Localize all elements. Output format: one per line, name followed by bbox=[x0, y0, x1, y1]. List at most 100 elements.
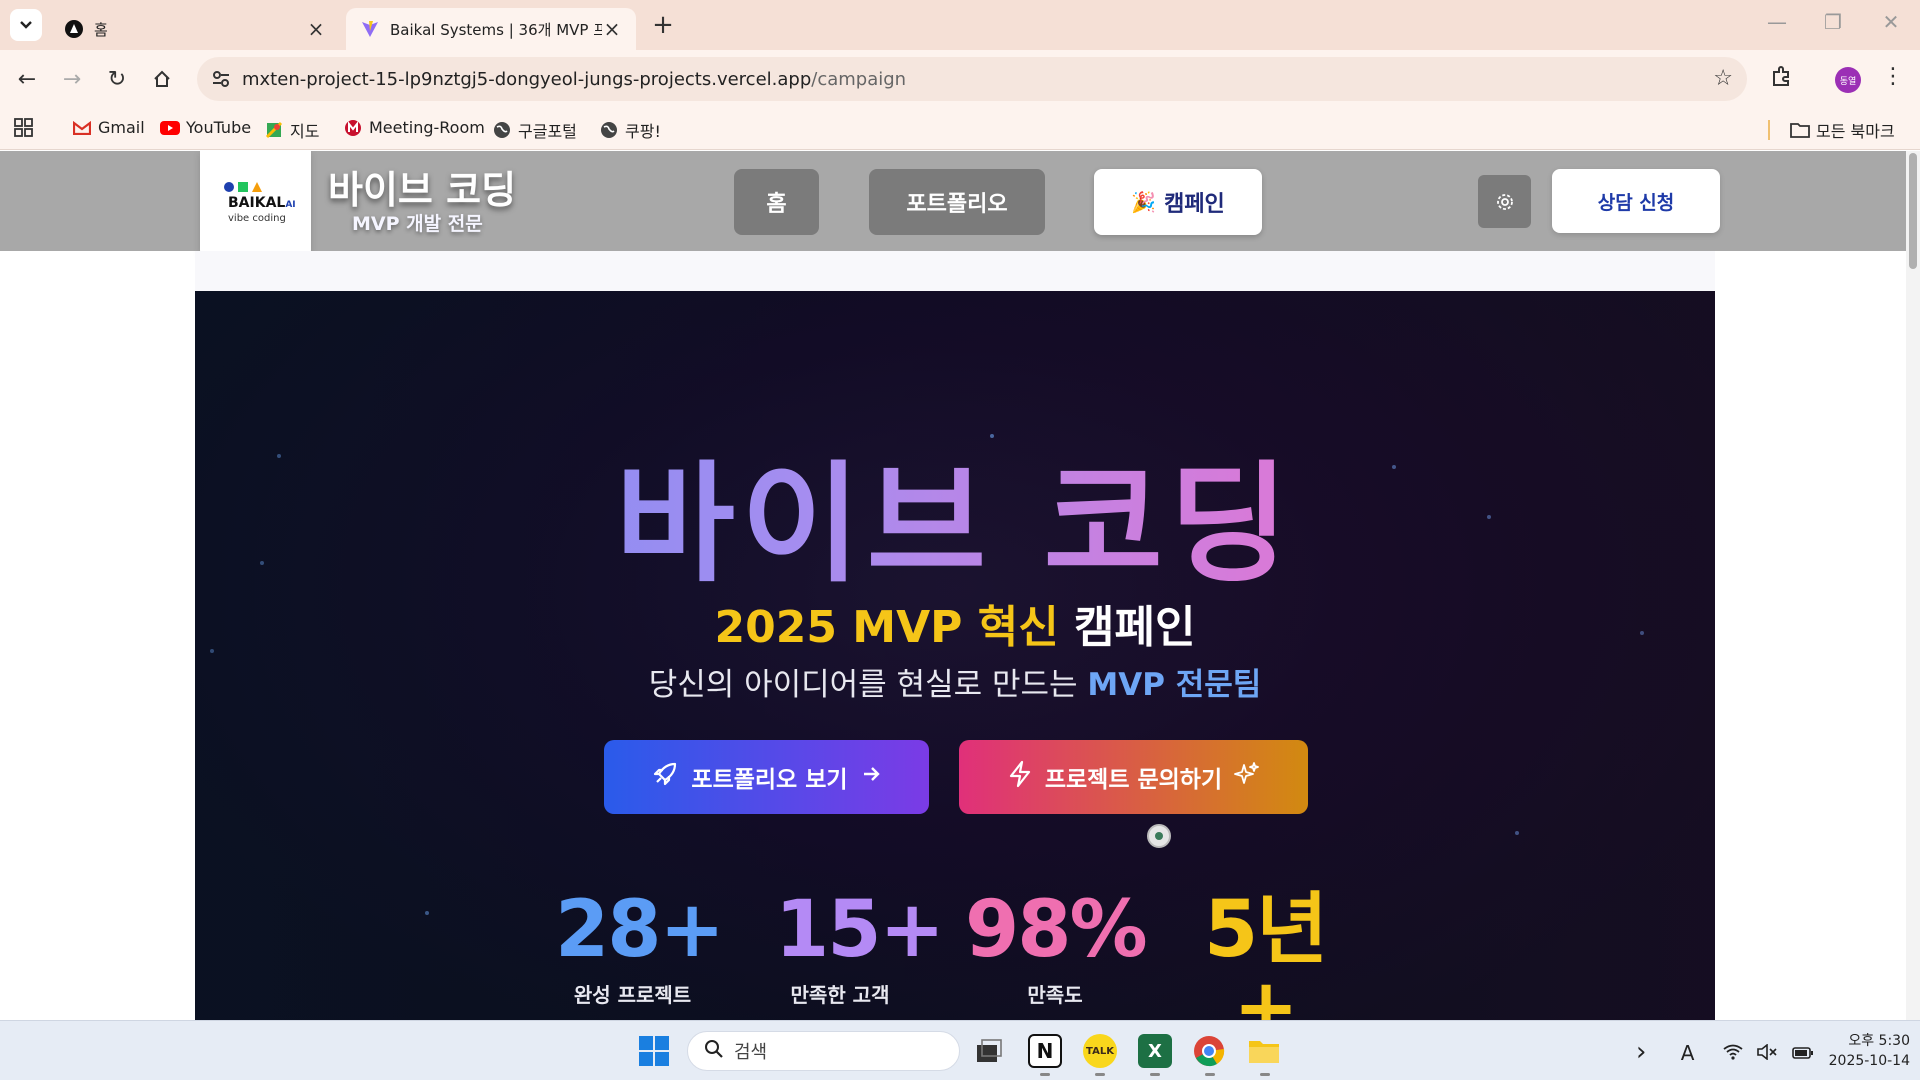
stat-value: 5년+ bbox=[1203, 885, 1328, 1020]
extensions-puzzle-icon[interactable] bbox=[1770, 64, 1794, 92]
stat-label: 만족도 bbox=[1027, 983, 1083, 1007]
new-tab-button[interactable]: + bbox=[648, 10, 678, 40]
scrollbar-thumb[interactable] bbox=[1909, 153, 1917, 269]
profile-avatar[interactable]: 동열 bbox=[1835, 67, 1861, 93]
forward-icon[interactable]: → bbox=[57, 64, 87, 94]
nav-campaign[interactable]: 🎉 캠페인 bbox=[1094, 169, 1262, 235]
stat-value: 98% bbox=[965, 885, 1148, 975]
stat-satisfaction: 98% 만족도 bbox=[965, 885, 1148, 1008]
hero-subtitle: 2025 MVP 혁신 캠페인 bbox=[195, 591, 1715, 655]
baikal-logo[interactable]: BAIKALAI vibe coding bbox=[200, 151, 311, 256]
bookmark-maps[interactable]: 지도 bbox=[264, 118, 319, 142]
bookmark-meeting-room[interactable]: Meeting-Room bbox=[343, 118, 485, 137]
nav-home[interactable]: 홈 bbox=[734, 169, 819, 235]
hero-title: 바이브 코딩 bbox=[195, 419, 1715, 607]
bookmark-label: 지도 bbox=[290, 122, 320, 141]
gmail-icon bbox=[72, 119, 92, 137]
meeting-room-icon bbox=[343, 119, 363, 137]
more-menu-icon[interactable]: ⋮ bbox=[1882, 64, 1904, 89]
stat-value: 15+ bbox=[775, 885, 945, 975]
vite-favicon-icon bbox=[360, 19, 380, 39]
view-portfolio-button[interactable]: 포트폴리오 보기 bbox=[604, 740, 929, 814]
tab-search-chevron-icon[interactable] bbox=[10, 9, 42, 41]
star-dot bbox=[425, 911, 429, 915]
browser-toolbar: ← → ↻ mxten-project-15-lp9nztgj5-dongyeo… bbox=[0, 50, 1920, 108]
site-info-icon[interactable] bbox=[209, 67, 233, 91]
taskbar-search[interactable]: 검색 bbox=[687, 1031, 960, 1071]
project-inquiry-button[interactable]: 프로젝트 문의하기 bbox=[959, 740, 1308, 814]
task-view-icon[interactable] bbox=[972, 1034, 1006, 1068]
nav-portfolio[interactable]: 포트폴리오 bbox=[869, 169, 1045, 235]
apps-grid-icon[interactable] bbox=[14, 118, 34, 138]
system-tray: › A bbox=[1636, 1037, 1814, 1067]
search-icon bbox=[704, 1039, 724, 1064]
youtube-icon bbox=[160, 119, 180, 137]
chrome-icon[interactable] bbox=[1192, 1034, 1226, 1068]
lightning-icon bbox=[995, 760, 1045, 794]
globe-icon bbox=[492, 121, 512, 139]
bookmark-youtube[interactable]: YouTube bbox=[160, 118, 251, 137]
bookmark-google-portal[interactable]: 구글포털 bbox=[492, 118, 577, 142]
close-tab-icon[interactable]: × bbox=[306, 17, 326, 41]
bookmarks-bar: Gmail YouTube 지도 Meeting-Room 구글포털 쿠팡! 모… bbox=[0, 108, 1920, 150]
subtitle-innovation: 혁신 bbox=[977, 602, 1059, 653]
all-bookmarks-folder[interactable]: 모든 북마크 bbox=[1790, 118, 1895, 142]
file-explorer-icon[interactable] bbox=[1247, 1034, 1281, 1068]
clock-date: 2025-10-14 bbox=[1828, 1053, 1910, 1069]
site-header: BAIKALAI vibe coding 바이브 코딩 MVP 개발 전문 홈 … bbox=[0, 151, 1906, 256]
address-bar[interactable]: mxten-project-15-lp9nztgj5-dongyeol-jung… bbox=[197, 57, 1747, 101]
taskbar-clock[interactable]: 오후 5:30 2025-10-14 bbox=[1810, 1031, 1910, 1071]
minimize-icon[interactable]: — bbox=[1762, 10, 1792, 34]
arrow-right-icon bbox=[848, 763, 894, 791]
browser-tab-strip: 홈 × Baikal Systems | 36개 MVP 프로 × + — ❐ … bbox=[0, 0, 1920, 50]
subtitle-campaign: 캠페인 bbox=[1074, 602, 1196, 653]
tray-chevron-icon[interactable]: › bbox=[1636, 1037, 1646, 1067]
bookmark-label: 쿠팡! bbox=[625, 122, 661, 141]
brand-title: 바이브 코딩 bbox=[328, 168, 517, 212]
bookmark-label: YouTube bbox=[186, 118, 252, 137]
running-indicator bbox=[1150, 1073, 1160, 1076]
bookmark-gmail[interactable]: Gmail bbox=[72, 118, 145, 137]
kakaotalk-icon[interactable]: TALK bbox=[1083, 1034, 1117, 1068]
page-scrollbar[interactable] bbox=[1906, 151, 1920, 1020]
wifi-icon[interactable] bbox=[1723, 1041, 1749, 1065]
running-indicator bbox=[1095, 1073, 1105, 1076]
globe-icon bbox=[599, 121, 619, 139]
party-popper-icon: 🎉 bbox=[1131, 190, 1157, 214]
consult-request-button[interactable]: 상담 신청 bbox=[1552, 169, 1720, 233]
nextjs-favicon-icon bbox=[64, 19, 84, 39]
stat-label: 완성 프로젝트 bbox=[573, 983, 692, 1007]
excel-icon[interactable]: X bbox=[1138, 1034, 1172, 1068]
back-icon[interactable]: ← bbox=[12, 64, 42, 94]
cta-portfolio-label: 포트폴리오 보기 bbox=[691, 767, 848, 793]
reload-icon[interactable]: ↻ bbox=[102, 64, 132, 94]
url-host: mxten-project-15-lp9nztgj5-dongyeol-jung… bbox=[242, 69, 812, 90]
bookmark-coupang[interactable]: 쿠팡! bbox=[599, 118, 661, 142]
brand-subtitle: MVP 개발 전문 bbox=[352, 213, 483, 235]
home-icon[interactable] bbox=[147, 64, 177, 94]
close-tab-icon[interactable]: × bbox=[602, 17, 622, 41]
bookmark-star-icon[interactable]: ☆ bbox=[1713, 66, 1733, 91]
url-path: /campaign bbox=[811, 69, 907, 90]
cta-inquiry-label: 프로젝트 문의하기 bbox=[1044, 767, 1223, 793]
bookmark-label: 구글포털 bbox=[518, 122, 577, 141]
close-window-icon[interactable]: ✕ bbox=[1876, 10, 1906, 34]
logo-subtitle: vibe coding bbox=[228, 213, 286, 224]
bookmarks-divider bbox=[1768, 120, 1770, 140]
logo-ai: AI bbox=[285, 200, 296, 210]
search-placeholder: 검색 bbox=[734, 1042, 768, 1063]
ime-indicator[interactable]: A bbox=[1681, 1041, 1695, 1065]
tab-baikal-systems[interactable]: Baikal Systems | 36개 MVP 프로 × bbox=[346, 8, 636, 50]
notion-icon[interactable]: N bbox=[1028, 1034, 1062, 1068]
volume-muted-icon[interactable] bbox=[1757, 1041, 1783, 1065]
windows-start-icon[interactable] bbox=[638, 1035, 670, 1067]
settings-gear-icon[interactable] bbox=[1478, 175, 1531, 228]
tagline-main: 당신의 아이디어를 현실로 만드는 bbox=[648, 667, 1088, 703]
folder-icon bbox=[1790, 121, 1810, 139]
restore-icon[interactable]: ❐ bbox=[1818, 10, 1848, 34]
tab-home[interactable]: 홈 × bbox=[50, 8, 340, 50]
running-indicator bbox=[1040, 1073, 1050, 1076]
tagline-accent: MVP 전문팀 bbox=[1087, 667, 1262, 703]
star-dot bbox=[1515, 831, 1519, 835]
stat-projects: 28+ 완성 프로젝트 bbox=[555, 891, 725, 1008]
